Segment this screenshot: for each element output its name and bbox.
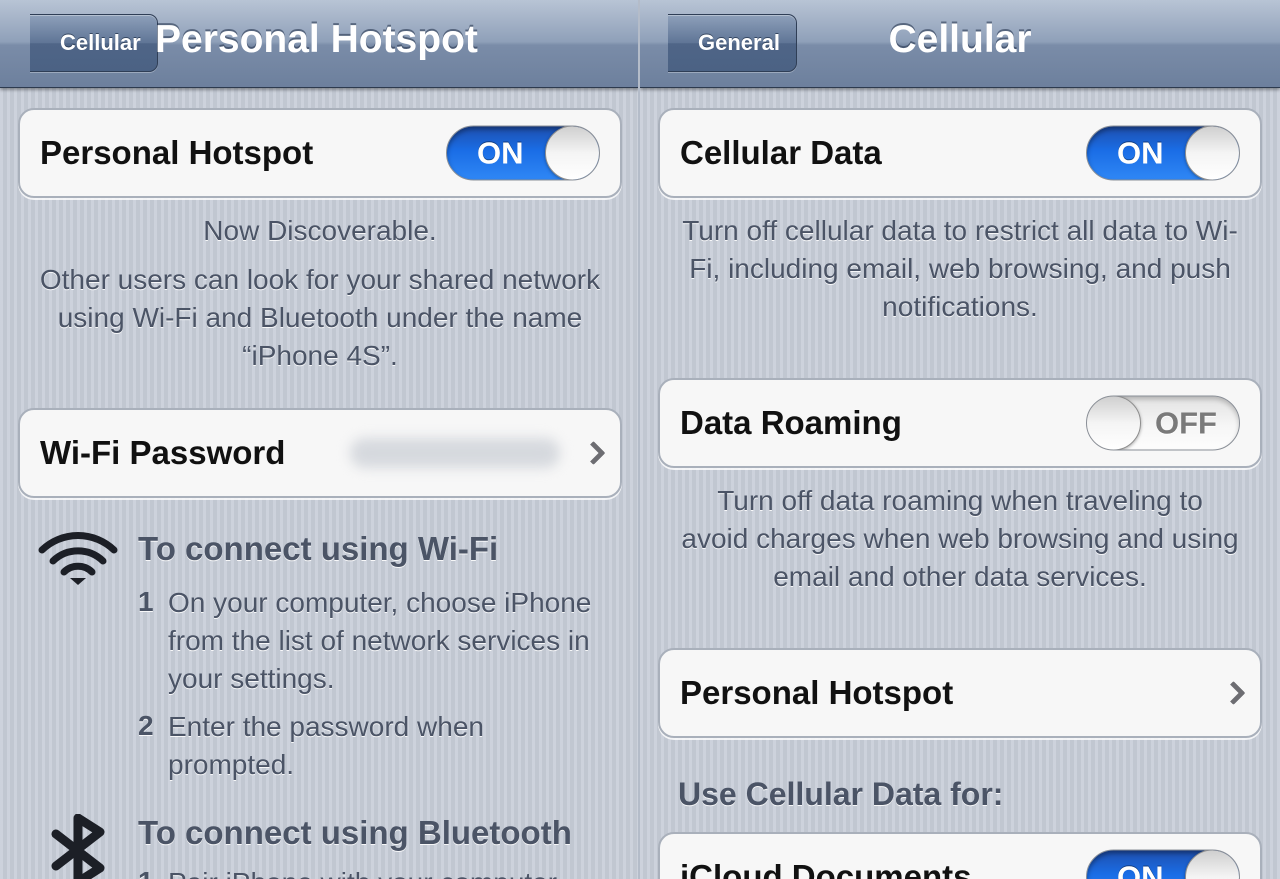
toggle-state-label: ON bbox=[1117, 135, 1164, 170]
wifi-connect-title: To connect using Wi-Fi bbox=[138, 530, 499, 567]
use-cellular-data-header: Use Cellular Data for: bbox=[678, 776, 1004, 812]
bluetooth-connect-title: To connect using Bluetooth bbox=[138, 814, 572, 851]
bluetooth-step-text: Pair iPhone with your computer. bbox=[168, 864, 598, 879]
chevron-right-icon bbox=[581, 440, 606, 466]
toggle-state-label: ON bbox=[477, 135, 524, 170]
wifi-step-text: On your computer, choose iPhone from the… bbox=[168, 587, 592, 694]
personal-hotspot-label: Personal Hotspot bbox=[40, 134, 314, 171]
page-title: Personal Hotspot bbox=[155, 18, 478, 61]
data-roaming-label: Data Roaming bbox=[680, 404, 902, 441]
back-button-cellular[interactable]: Cellular bbox=[30, 14, 158, 72]
personal-hotspot-row: Personal Hotspot ON bbox=[18, 108, 622, 198]
cellular-data-toggle[interactable]: ON bbox=[1086, 125, 1240, 181]
cellular-screen: General Cellular Cellular Data ON Turn o… bbox=[640, 0, 1280, 879]
navigation-bar: General Cellular bbox=[640, 0, 1280, 88]
wifi-password-label: Wi-Fi Password bbox=[40, 434, 286, 471]
back-button-label: Cellular bbox=[60, 30, 141, 55]
page-title: Cellular bbox=[888, 18, 1032, 61]
toggle-knob bbox=[1087, 396, 1141, 450]
chevron-right-icon bbox=[1221, 680, 1246, 706]
personal-hotspot-screen: Cellular Personal Hotspot Personal Hotsp… bbox=[0, 0, 640, 879]
discoverable-info: Other users can look for your shared net… bbox=[39, 264, 601, 371]
wifi-step-number: 2 bbox=[138, 710, 154, 741]
bluetooth-step-number: 1 bbox=[138, 866, 154, 879]
toggle-knob bbox=[1185, 850, 1239, 879]
discoverable-status: Now Discoverable. bbox=[203, 215, 437, 246]
toggle-state-label: OFF bbox=[1155, 405, 1217, 440]
toggle-state-label: ON bbox=[1117, 859, 1164, 879]
navigation-bar: Cellular Personal Hotspot bbox=[0, 0, 640, 88]
wifi-step-number: 1 bbox=[138, 586, 154, 617]
toggle-knob bbox=[545, 126, 599, 180]
wifi-step-text: Enter the password when prompted. bbox=[168, 711, 484, 780]
personal-hotspot-toggle[interactable]: ON bbox=[446, 125, 600, 181]
toggle-knob bbox=[1185, 126, 1239, 180]
data-roaming-toggle[interactable]: OFF bbox=[1086, 395, 1240, 451]
icloud-documents-row: iCloud Documents ON bbox=[658, 832, 1262, 879]
bluetooth-icon bbox=[51, 814, 105, 879]
data-roaming-footer: Turn off data roaming when traveling to … bbox=[681, 485, 1239, 592]
wifi-password-value-blurred bbox=[350, 438, 560, 468]
cellular-data-label: Cellular Data bbox=[680, 134, 882, 171]
personal-hotspot-label: Personal Hotspot bbox=[680, 674, 954, 711]
wifi-icon bbox=[38, 532, 118, 585]
personal-hotspot-row[interactable]: Personal Hotspot bbox=[658, 648, 1262, 738]
icloud-documents-toggle[interactable]: ON bbox=[1086, 849, 1240, 879]
cellular-data-footer: Turn off cellular data to restrict all d… bbox=[682, 215, 1238, 322]
cellular-data-row: Cellular Data ON bbox=[658, 108, 1262, 198]
wifi-password-row[interactable]: Wi-Fi Password bbox=[18, 408, 622, 498]
icloud-documents-label: iCloud Documents bbox=[680, 858, 972, 879]
data-roaming-row: Data Roaming OFF bbox=[658, 378, 1262, 468]
